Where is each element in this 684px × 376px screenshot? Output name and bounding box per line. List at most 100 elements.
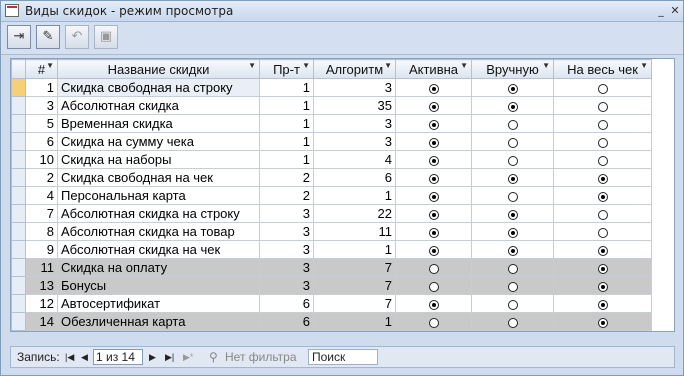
id-cell[interactable]: 13: [25, 276, 58, 295]
save-edit-icon[interactable]: ▣: [94, 25, 118, 49]
column-header-active[interactable]: Активна ▼: [395, 59, 472, 79]
algorithm-cell[interactable]: 3: [313, 114, 396, 133]
dropdown-arrow-icon[interactable]: ▼: [46, 61, 54, 70]
row-selector[interactable]: [11, 78, 26, 97]
algorithm-cell[interactable]: 1: [313, 186, 396, 205]
pr-cell[interactable]: 3: [259, 240, 314, 259]
option-radio-icon[interactable]: [597, 209, 608, 220]
manual-cell[interactable]: [471, 150, 554, 169]
pr-cell[interactable]: 2: [259, 186, 314, 205]
option-radio-icon[interactable]: [597, 263, 608, 274]
option-radio-icon[interactable]: [507, 227, 518, 238]
name-cell[interactable]: Абсолютная скидка на товар: [57, 222, 260, 241]
name-cell[interactable]: Скидка свободная на чек: [57, 168, 260, 187]
column-header-manual[interactable]: Вручную ▼: [471, 59, 554, 79]
whole-check-cell[interactable]: [553, 222, 652, 241]
whole-check-cell[interactable]: [553, 276, 652, 295]
manual-cell[interactable]: [471, 168, 554, 187]
manual-cell[interactable]: [471, 258, 554, 277]
option-radio-icon[interactable]: [428, 83, 439, 94]
id-cell[interactable]: 11: [25, 258, 58, 277]
last-record-icon[interactable]: ▶|: [165, 352, 174, 363]
option-radio-icon[interactable]: [507, 119, 518, 130]
dropdown-arrow-icon[interactable]: ▼: [460, 61, 468, 70]
manual-cell[interactable]: [471, 240, 554, 259]
no-filter-button[interactable]: Нет фильтра: [225, 350, 297, 364]
option-radio-icon[interactable]: [428, 317, 439, 328]
manual-cell[interactable]: [471, 312, 554, 331]
name-cell[interactable]: Скидка свободная на строку: [57, 78, 260, 97]
option-radio-icon[interactable]: [507, 173, 518, 184]
column-header-id[interactable]: # ▼: [25, 59, 58, 79]
table-row[interactable]: 9 Абсолютная скидка на чек 3 1: [11, 240, 652, 259]
id-cell[interactable]: 2: [25, 168, 58, 187]
algorithm-cell[interactable]: 3: [313, 78, 396, 97]
row-selector[interactable]: [11, 222, 26, 241]
name-cell[interactable]: Скидка на оплату: [57, 258, 260, 277]
active-cell[interactable]: [395, 294, 472, 313]
manual-cell[interactable]: [471, 114, 554, 133]
active-cell[interactable]: [395, 96, 472, 115]
pr-cell[interactable]: 1: [259, 78, 314, 97]
option-radio-icon[interactable]: [597, 119, 608, 130]
option-radio-icon[interactable]: [597, 137, 608, 148]
active-cell[interactable]: [395, 204, 472, 223]
manual-cell[interactable]: [471, 294, 554, 313]
option-radio-icon[interactable]: [428, 173, 439, 184]
id-cell[interactable]: 10: [25, 150, 58, 169]
name-cell[interactable]: Абсолютная скидка на чек: [57, 240, 260, 259]
undo-icon[interactable]: ↶: [65, 25, 89, 49]
whole-check-cell[interactable]: [553, 186, 652, 205]
id-cell[interactable]: 7: [25, 204, 58, 223]
previous-record-icon[interactable]: ◀: [81, 352, 88, 363]
option-radio-icon[interactable]: [428, 227, 439, 238]
row-selector[interactable]: [11, 312, 26, 331]
id-cell[interactable]: 8: [25, 222, 58, 241]
id-cell[interactable]: 12: [25, 294, 58, 313]
option-radio-icon[interactable]: [428, 281, 439, 292]
manual-cell[interactable]: [471, 276, 554, 295]
row-selector[interactable]: [11, 114, 26, 133]
id-cell[interactable]: 14: [25, 312, 58, 331]
row-selector[interactable]: [11, 258, 26, 277]
algorithm-cell[interactable]: 22: [313, 204, 396, 223]
dropdown-arrow-icon[interactable]: ▼: [302, 61, 310, 70]
name-cell[interactable]: Бонусы: [57, 276, 260, 295]
row-selector[interactable]: [11, 204, 26, 223]
option-radio-icon[interactable]: [507, 101, 518, 112]
close-button[interactable]: ✕: [667, 3, 683, 18]
table-row[interactable]: 3 Абсолютная скидка 1 35: [11, 96, 652, 115]
table-row[interactable]: 10 Скидка на наборы 1 4: [11, 150, 652, 169]
active-cell[interactable]: [395, 186, 472, 205]
whole-check-cell[interactable]: [553, 96, 652, 115]
name-cell[interactable]: Скидка на сумму чека: [57, 132, 260, 151]
manual-cell[interactable]: [471, 204, 554, 223]
next-record-icon[interactable]: ▶: [149, 352, 156, 363]
option-radio-icon[interactable]: [507, 155, 518, 166]
edit-pen-icon[interactable]: ✎: [36, 25, 60, 49]
option-radio-icon[interactable]: [428, 119, 439, 130]
name-cell[interactable]: Скидка на наборы: [57, 150, 260, 169]
algorithm-cell[interactable]: 1: [313, 240, 396, 259]
column-header-whole-check[interactable]: На весь чек ▼: [553, 59, 652, 79]
dropdown-arrow-icon[interactable]: ▼: [248, 61, 256, 70]
pr-cell[interactable]: 1: [259, 114, 314, 133]
whole-check-cell[interactable]: [553, 240, 652, 259]
option-radio-icon[interactable]: [428, 137, 439, 148]
active-cell[interactable]: [395, 132, 472, 151]
option-radio-icon[interactable]: [507, 317, 518, 328]
row-selector[interactable]: [11, 168, 26, 187]
option-radio-icon[interactable]: [597, 227, 608, 238]
option-radio-icon[interactable]: [597, 155, 608, 166]
algorithm-cell[interactable]: 7: [313, 276, 396, 295]
whole-check-cell[interactable]: [553, 204, 652, 223]
row-selector[interactable]: [11, 240, 26, 259]
pr-cell[interactable]: 1: [259, 132, 314, 151]
option-radio-icon[interactable]: [597, 101, 608, 112]
option-radio-icon[interactable]: [507, 299, 518, 310]
manual-cell[interactable]: [471, 96, 554, 115]
algorithm-cell[interactable]: 7: [313, 294, 396, 313]
pr-cell[interactable]: 3: [259, 258, 314, 277]
pr-cell[interactable]: 6: [259, 312, 314, 331]
algorithm-cell[interactable]: 3: [313, 132, 396, 151]
